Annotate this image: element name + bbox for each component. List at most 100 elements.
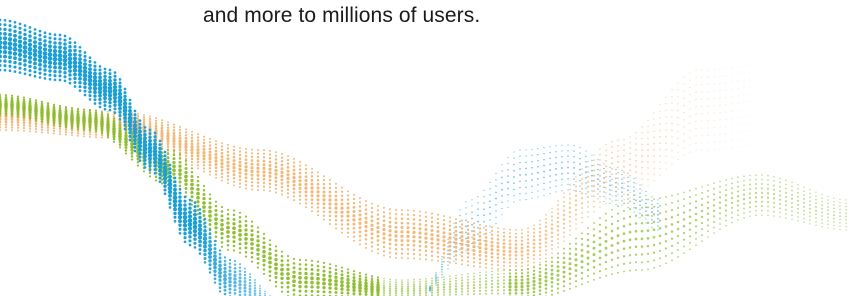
wave-dot (773, 184, 775, 187)
wave-dot (62, 58, 68, 63)
wave-dot (32, 52, 38, 58)
wave-dot (103, 107, 107, 111)
wave-dot (641, 199, 643, 201)
wave-dot (238, 224, 242, 228)
wave-dot (382, 232, 386, 236)
wave-dot (737, 117, 739, 119)
wave-dot (556, 212, 560, 215)
wave-dot (430, 220, 434, 224)
wave-dot (286, 255, 290, 258)
wave-dot (163, 150, 167, 154)
wave-dot (591, 174, 593, 177)
wave-dot (238, 178, 242, 182)
wave-dot (107, 93, 113, 98)
wave-dot (33, 70, 37, 74)
wave-dot (193, 208, 197, 213)
wave-dot (719, 217, 721, 220)
wave-dot (617, 177, 619, 180)
wave-dot (737, 73, 739, 75)
wave-dot (401, 281, 403, 284)
wave-dot (190, 148, 194, 152)
wave-dot (68, 48, 72, 53)
wave-dot (555, 162, 557, 165)
wave-dot (598, 263, 602, 266)
wave-dot (508, 246, 512, 250)
wave-dot (263, 149, 265, 152)
wave-dot (586, 232, 590, 236)
wave-dot (184, 167, 188, 170)
wave-dot (610, 244, 614, 247)
wave-dot (779, 203, 781, 205)
wave-dot (346, 223, 350, 226)
wave-dot (706, 212, 710, 216)
wave-dot (364, 278, 368, 282)
wave-dot (82, 73, 88, 78)
wave-dot (694, 218, 698, 222)
wave-dot (268, 174, 272, 178)
wave-dot (23, 58, 27, 63)
wave-dot (627, 202, 629, 204)
wave-dot (483, 214, 485, 217)
wave-dot (256, 243, 260, 248)
wave-dot (586, 256, 590, 260)
wave-dot (232, 230, 236, 235)
wave-dot (78, 49, 82, 53)
wave-dot (689, 72, 691, 74)
wave-dot (286, 267, 290, 272)
wave-dot (671, 143, 673, 145)
wave-dot (128, 134, 132, 138)
wave-dot (182, 223, 188, 228)
wave-dot (514, 272, 518, 275)
wave-dot (627, 193, 629, 196)
wave-dot (724, 209, 728, 212)
wave-dot (657, 210, 659, 212)
wave-dot (556, 220, 560, 224)
wave-dot (490, 233, 494, 236)
wave-dot (352, 210, 356, 213)
wave-dot (168, 193, 172, 198)
wave-dot (635, 165, 637, 168)
wave-dot (304, 276, 308, 280)
wave-dot (192, 224, 198, 230)
wave-dot (88, 98, 92, 101)
wave-dot (304, 186, 308, 190)
wave-dot (292, 165, 296, 168)
wave-dot (160, 124, 164, 127)
wave-dot (454, 221, 458, 225)
wave-dot (509, 269, 511, 272)
wave-dot (123, 87, 127, 91)
wave-dot (238, 269, 242, 273)
wave-dot (604, 226, 608, 229)
wave-dot (425, 280, 427, 283)
wave-dot (527, 268, 529, 271)
wave-dot (478, 227, 482, 230)
wave-dot (299, 202, 301, 205)
wave-dot (73, 85, 77, 88)
wave-dot (657, 217, 659, 220)
wave-dot (232, 149, 236, 152)
wave-dot (382, 219, 386, 223)
wave-dot (424, 219, 428, 223)
wave-dot (677, 151, 679, 153)
wave-dot (544, 229, 548, 232)
wave-dot (597, 168, 599, 171)
wave-dot (226, 217, 230, 221)
wave-dot (641, 206, 643, 209)
wave-dot (334, 268, 338, 271)
wave-dot (218, 278, 222, 282)
wave-dot (507, 156, 509, 158)
wave-dot (233, 184, 235, 187)
wave-dot (815, 217, 817, 219)
wave-dot (103, 103, 107, 108)
wave-dot (68, 81, 72, 85)
wave-dot (623, 144, 625, 146)
wave-dot (809, 215, 811, 218)
wave-dot (172, 168, 176, 173)
wave-dot (346, 268, 350, 271)
wave-dot (412, 214, 416, 217)
wave-dot (845, 202, 847, 205)
wave-dot (479, 223, 481, 226)
wave-dot (568, 215, 572, 218)
wave-dot (550, 276, 554, 280)
wave-dot (622, 262, 626, 265)
